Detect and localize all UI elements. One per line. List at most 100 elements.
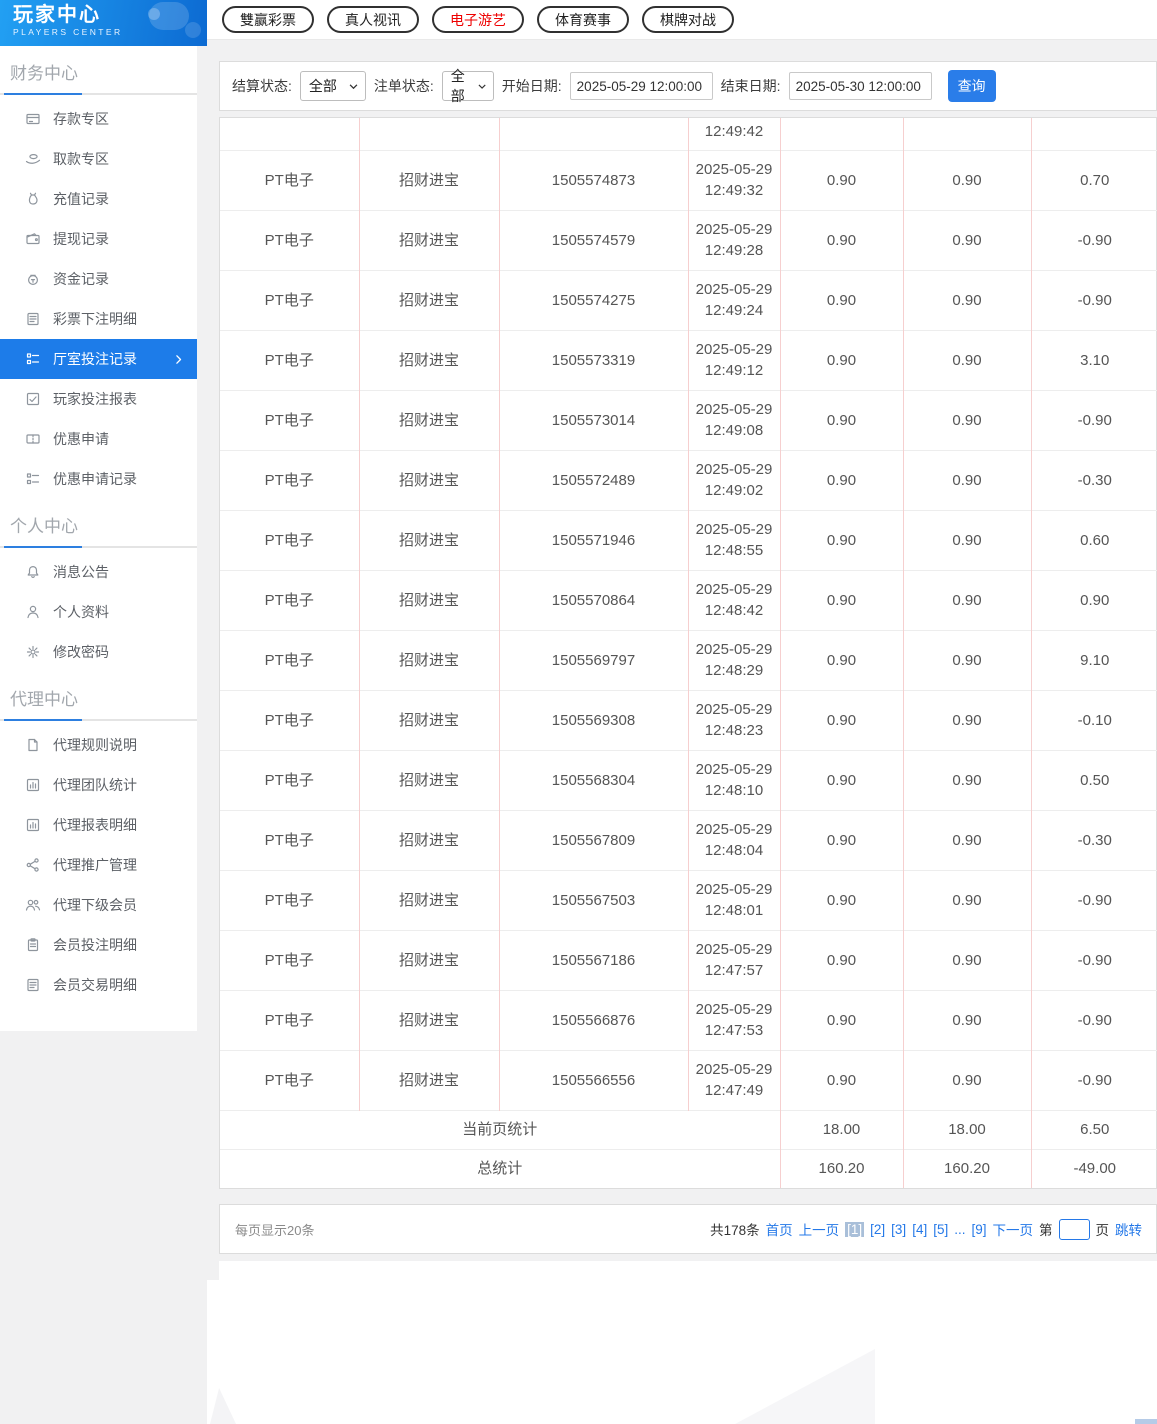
game-cell: 招财进宝 — [358, 269, 499, 330]
date-cell: 2025-05-29 12:49:08 — [687, 389, 780, 450]
query-button[interactable]: 查询 — [947, 70, 996, 102]
change-password-icon — [26, 645, 40, 659]
sidebar-item-member-bet-details[interactable]: 会员投注明细 — [0, 925, 197, 965]
sidebar-item-lottery-bet-details[interactable]: 彩票下注明细 — [0, 299, 197, 339]
platform-cell: PT电子 — [220, 929, 359, 990]
section-underline — [0, 719, 197, 721]
profit-cell: 6.50 — [1030, 1109, 1157, 1149]
jump-label-post: 页 — [1095, 1223, 1110, 1238]
logo-decor-bubble — [148, 8, 160, 20]
order-cell: 1505571946 — [498, 509, 688, 570]
platform-cell: PT电子 — [220, 449, 359, 510]
sidebar-menu: 财务中心 存款专区 取款专区 充值记录 提现记录 资金记录 彩票下注明细 厅室投注记录 玩家投注… — [0, 46, 197, 1031]
promo-apply-records-icon — [26, 473, 40, 485]
valid-amount-cell: 0.90 — [902, 329, 1031, 390]
profit-cell: -0.30 — [1030, 809, 1157, 870]
date-cell: 2025-05-29 12:49:24 — [687, 269, 780, 330]
sidebar-item-agent-report-details[interactable]: 代理报表明细 — [0, 805, 197, 845]
tab-sports[interactable]: 体育赛事 — [537, 6, 629, 33]
amount-cell: 0.90 — [779, 269, 903, 330]
game-cell — [358, 118, 499, 150]
valid-amount-cell: 0.90 — [902, 149, 1031, 210]
sidebar-item-agent-promotion[interactable]: 代理推广管理 — [0, 845, 197, 885]
game-cell: 招财进宝 — [358, 629, 499, 690]
watermark-triangle-small — [210, 1388, 236, 1424]
sidebar-item-player-bet-report[interactable]: 玩家投注报表 — [0, 379, 197, 419]
valid-amount-cell: 0.90 — [902, 689, 1031, 750]
sidebar-item-profile[interactable]: 个人资料 — [0, 592, 197, 632]
page-first[interactable]: 首页 — [766, 1219, 793, 1239]
platform-cell: PT电子 — [220, 1049, 359, 1110]
member-transaction-details-icon — [27, 978, 39, 992]
table-row: PT电子 招财进宝 1505573014 2025-05-29 12:49:08 0.90… — [220, 389, 1157, 450]
sidebar-item-agent-rules[interactable]: 代理规则说明 — [0, 725, 197, 765]
date-cell: 2025-05-29 12:47:49 — [687, 1049, 780, 1110]
game-cell: 招财进宝 — [358, 149, 499, 210]
sidebar-item-hall-bet-records[interactable]: 厅室投注记录 — [0, 339, 197, 379]
settle-status-select[interactable]: 全部 — [299, 71, 366, 101]
order-status-select[interactable]: 全部 — [441, 68, 494, 104]
valid-amount-cell: 0.90 — [902, 749, 1031, 810]
date-cell: 2025-05-29 12:48:04 — [687, 809, 780, 870]
game-cell: 招财进宝 — [358, 929, 499, 990]
valid-amount-cell: 0.90 — [902, 989, 1031, 1050]
tab-lottery[interactable]: 雙赢彩票 — [222, 6, 314, 33]
amount-cell: 0.90 — [779, 329, 903, 390]
page-current[interactable]: [1] — [845, 1221, 865, 1237]
date-cell: 2025-05-29 12:49:32 — [687, 149, 780, 210]
game-cell: 招财进宝 — [358, 569, 499, 630]
sidebar-item-label: 存款专区 — [53, 111, 109, 127]
sidebar-item-label: 代理报表明细 — [53, 817, 137, 833]
profit-cell: 0.70 — [1030, 149, 1157, 210]
valid-amount-cell: 160.20 — [902, 1148, 1031, 1188]
end-date-input[interactable] — [788, 72, 932, 100]
sidebar-item-label: 厅室投注记录 — [53, 351, 137, 367]
profit-cell — [1030, 118, 1157, 150]
sidebar-item-messages[interactable]: 消息公告 — [0, 552, 197, 592]
sidebar-item-withdrawal-records[interactable]: 提现记录 — [0, 219, 197, 259]
sidebar-item-withdraw-zone[interactable]: 取款专区 — [0, 139, 197, 179]
valid-amount-cell: 0.90 — [902, 629, 1031, 690]
page-5[interactable]: [5] — [933, 1222, 948, 1237]
total-count: 共178条 — [710, 1223, 760, 1238]
date-cell: 2025-05-29 12:49:12 — [687, 329, 780, 390]
page-prev[interactable]: 上一页 — [799, 1219, 840, 1239]
table-row: PT电子 招财进宝 1505574873 2025-05-29 12:49:32 0.90… — [220, 149, 1157, 210]
sidebar-item-funds-records[interactable]: 资金记录 — [0, 259, 197, 299]
sidebar-item-agent-team-stats[interactable]: 代理团队统计 — [0, 765, 197, 805]
sidebar-item-member-transaction-details[interactable]: 会员交易明细 — [0, 965, 197, 1005]
page-9[interactable]: [9] — [971, 1222, 986, 1237]
order-cell: 1505574275 — [498, 269, 688, 330]
tab-board-games[interactable]: 棋牌对战 — [642, 6, 734, 33]
platform-cell: PT电子 — [220, 149, 359, 210]
start-date-input[interactable] — [569, 72, 713, 100]
order-cell: 1505569308 — [498, 689, 688, 750]
table-row: PT电子 招财进宝 1505567809 2025-05-29 12:48:04 0.90… — [220, 809, 1157, 870]
amount-cell — [779, 118, 903, 150]
sidebar-item-agent-sub-members[interactable]: 代理下级会员 — [0, 885, 197, 925]
page-jump-go[interactable]: 跳转 — [1115, 1219, 1142, 1239]
sidebar-item-promo-apply[interactable]: 优惠申请 — [0, 419, 197, 459]
amount-cell: 0.90 — [779, 929, 903, 990]
tab-live-casino[interactable]: 真人视讯 — [327, 6, 419, 33]
sidebar-item-promo-apply-records[interactable]: 优惠申请记录 — [0, 459, 197, 499]
order-cell — [498, 118, 688, 150]
order-status-value: 全部 — [450, 68, 465, 104]
sidebar-item-recharge-records[interactable]: 充值记录 — [0, 179, 197, 219]
page-jump-input[interactable] — [1058, 1218, 1090, 1240]
sidebar-item-deposit-zone[interactable]: 存款专区 — [0, 99, 197, 139]
game-cell: 招财进宝 — [358, 509, 499, 570]
summary-label: 总统计 — [220, 1148, 780, 1188]
page-2[interactable]: [2] — [870, 1222, 885, 1237]
page-3[interactable]: [3] — [891, 1222, 906, 1237]
profile-icon — [27, 605, 39, 619]
sidebar-item-change-password[interactable]: 修改密码 — [0, 632, 197, 672]
chevron-down-icon — [478, 84, 486, 89]
chevron-down-icon — [349, 83, 358, 89]
page-next[interactable]: 下一页 — [993, 1219, 1034, 1239]
tab-e-games[interactable]: 电子游艺 — [432, 6, 524, 33]
withdraw-zone-icon — [25, 153, 41, 164]
platform-cell: PT电子 — [220, 509, 359, 570]
valid-amount-cell: 0.90 — [902, 869, 1031, 930]
page-4[interactable]: [4] — [912, 1222, 927, 1237]
